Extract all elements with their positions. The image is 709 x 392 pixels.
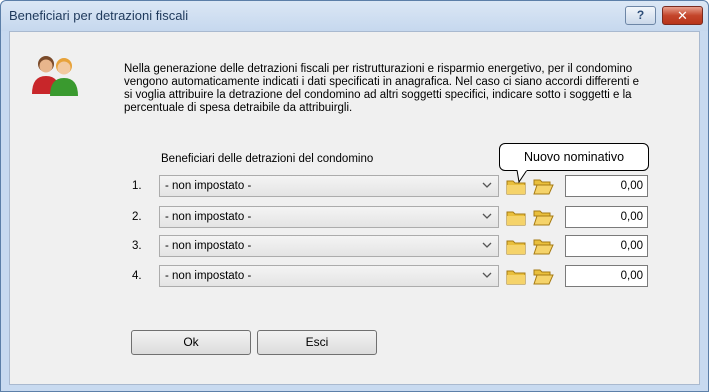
open-folder-icon[interactable]: [532, 207, 554, 227]
help-button[interactable]: ?: [625, 6, 656, 25]
open-folder-icon[interactable]: [532, 236, 554, 256]
row-number: 4.: [132, 270, 142, 282]
tooltip-tail: [516, 170, 528, 184]
row-number: 3.: [132, 240, 142, 252]
new-folder-icon[interactable]: [505, 207, 527, 227]
new-folder-icon[interactable]: [505, 266, 527, 286]
beneficiary-select-4[interactable]: - non impostato -: [159, 265, 499, 287]
new-folder-icon[interactable]: [505, 236, 527, 256]
beneficiary-select-value: - non impostato -: [165, 180, 252, 192]
description-text: Nella generazione delle detrazioni fisca…: [124, 63, 640, 114]
beneficiaries-header: Beneficiari delle detrazioni del condomi…: [161, 153, 374, 165]
amount-field-2[interactable]: 0,00: [565, 206, 648, 228]
window-title: Beneficiari per detrazioni fiscali: [9, 8, 189, 23]
beneficiary-select-value: - non impostato -: [165, 270, 252, 282]
chevron-down-icon: [482, 272, 492, 278]
title-bar[interactable]: Beneficiari per detrazioni fiscali ? ✕: [1, 1, 708, 31]
users-icon: [32, 56, 78, 96]
beneficiary-select-1[interactable]: - non impostato -: [159, 175, 499, 197]
tooltip: Nuovo nominativo: [499, 143, 649, 171]
amount-field-1[interactable]: 0,00: [565, 175, 648, 197]
ok-button[interactable]: Ok: [131, 330, 251, 355]
amount-field-3[interactable]: 0,00: [565, 235, 648, 257]
beneficiary-select-value: - non impostato -: [165, 240, 252, 252]
amount-field-4[interactable]: 0,00: [565, 265, 648, 287]
chevron-down-icon: [482, 213, 492, 219]
row-number: 2.: [132, 211, 142, 223]
beneficiary-select-2[interactable]: - non impostato -: [159, 206, 499, 228]
close-button[interactable]: ✕: [662, 6, 703, 25]
beneficiary-select-value: - non impostato -: [165, 211, 252, 223]
open-folder-icon[interactable]: [532, 176, 554, 196]
chevron-down-icon: [482, 242, 492, 248]
beneficiary-select-3[interactable]: - non impostato -: [159, 235, 499, 257]
open-folder-icon[interactable]: [532, 266, 554, 286]
row-number: 1.: [132, 180, 142, 192]
chevron-down-icon: [482, 182, 492, 188]
cancel-button[interactable]: Esci: [257, 330, 377, 355]
